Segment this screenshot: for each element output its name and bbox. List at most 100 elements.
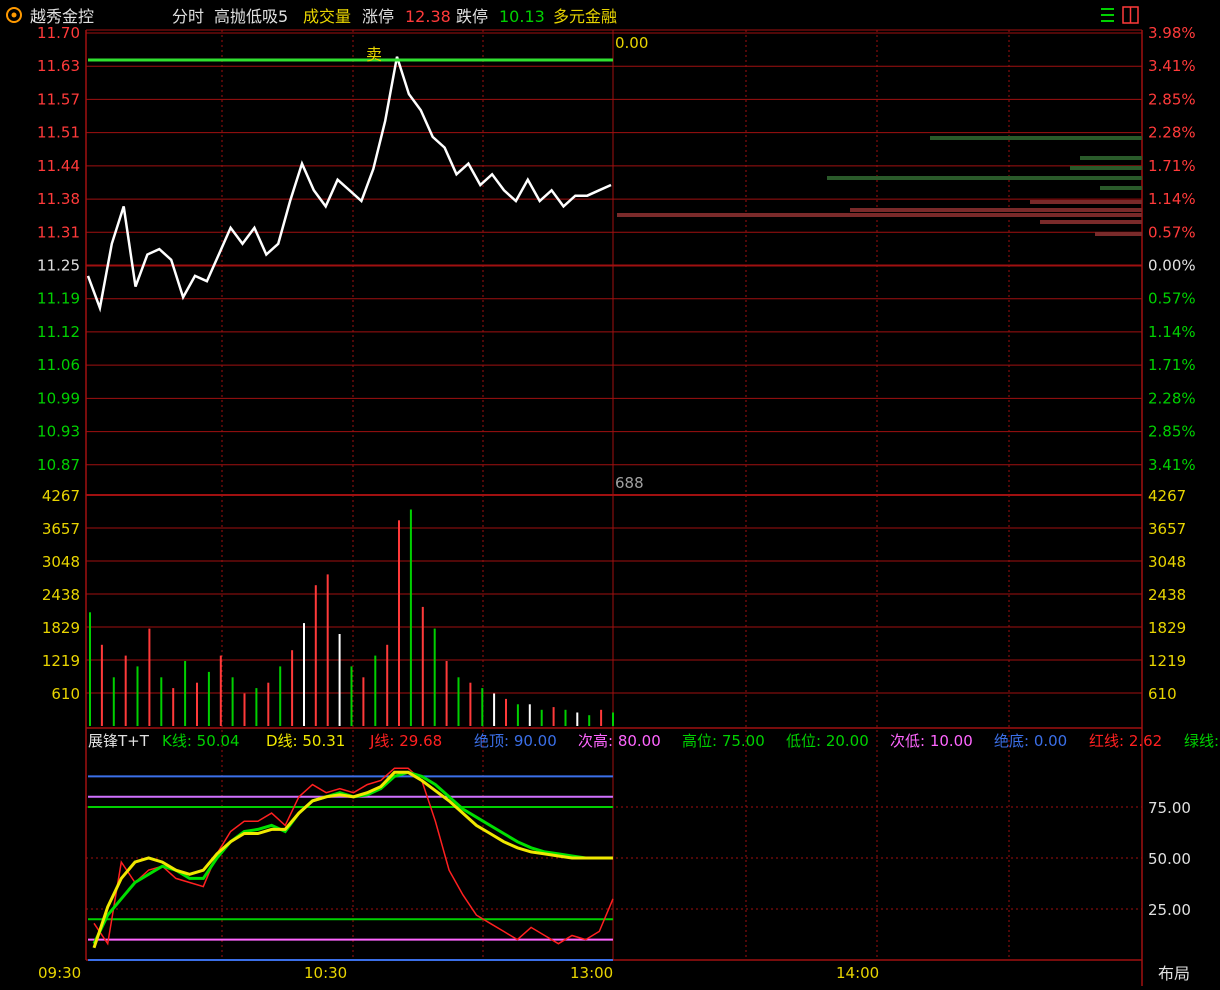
price-tick-left: 11.25 bbox=[37, 257, 80, 275]
time-tick: 10:30 bbox=[304, 964, 347, 982]
vol-tick-right: 3048 bbox=[1148, 553, 1186, 571]
volume-bar bbox=[398, 520, 400, 726]
price-tick-left: 11.63 bbox=[37, 57, 80, 75]
vol-tick-left: 3048 bbox=[42, 553, 80, 571]
pct-tick-right: 1.14% bbox=[1148, 190, 1196, 208]
pct-tick-right: 1.14% bbox=[1148, 323, 1196, 341]
legend-item: 绿线: bbox=[1184, 732, 1219, 750]
pct-tick-right: 1.71% bbox=[1148, 356, 1196, 374]
price-tick-left: 11.51 bbox=[37, 124, 80, 142]
time-tick: 14:00 bbox=[836, 964, 879, 982]
volume-bar bbox=[564, 709, 567, 726]
volume-bar bbox=[338, 634, 341, 726]
volume-bar bbox=[100, 644, 103, 726]
volume-bar bbox=[612, 712, 614, 726]
pct-tick-right: 0.57% bbox=[1148, 223, 1196, 241]
vol-tick-right: 1219 bbox=[1148, 652, 1186, 670]
vol-tick-right: 610 bbox=[1148, 685, 1177, 703]
view-mode[interactable]: 分时 bbox=[172, 7, 204, 26]
volume-bar bbox=[516, 704, 519, 726]
volume-label: 成交量 bbox=[303, 7, 351, 26]
vol-tick-left: 1829 bbox=[42, 619, 80, 637]
price-tick-left: 10.87 bbox=[37, 456, 80, 474]
price-tick-left: 11.44 bbox=[37, 157, 80, 175]
time-tick: 09:30 bbox=[38, 964, 81, 982]
volume-bar bbox=[207, 671, 210, 726]
volume-bar bbox=[588, 715, 591, 726]
volume-bar bbox=[505, 698, 507, 726]
volume-bar bbox=[600, 709, 603, 726]
volume-bar bbox=[386, 644, 389, 726]
legend-item: D线: 50.31 bbox=[266, 732, 345, 750]
limit-up-label: 涨停 bbox=[362, 7, 394, 26]
volume-bar bbox=[445, 661, 448, 726]
volume-bar bbox=[374, 655, 377, 726]
indicator-legend: K线: 50.04 D线: 50.31 J线: 29.68 绝顶: 90.00 次高: … bbox=[162, 732, 1219, 750]
chip-bar bbox=[1095, 232, 1142, 236]
time-tick: 13:00 bbox=[570, 964, 613, 982]
pct-tick-right: 0.00% bbox=[1148, 257, 1196, 275]
ind-tick-right: 50.00 bbox=[1148, 850, 1191, 868]
legend-item: 绝底: 0.00 bbox=[994, 732, 1067, 750]
volume-bar bbox=[279, 666, 282, 726]
pct-tick-right: 1.71% bbox=[1148, 157, 1196, 175]
volume-bar bbox=[184, 661, 187, 726]
chip-bar bbox=[1040, 220, 1142, 224]
layout-button[interactable]: 布局 bbox=[1158, 964, 1190, 983]
volume-bar bbox=[136, 666, 139, 726]
chart-canvas: 越秀金控 分时 高抛低吸5 成交量 涨停 12.38 跌停 10.13 多元金融… bbox=[0, 0, 1220, 986]
pct-tick-right: 2.85% bbox=[1148, 90, 1196, 108]
volume-bar bbox=[196, 682, 198, 726]
vol-tick-left: 3657 bbox=[42, 520, 80, 538]
legend-item: K线: 50.04 bbox=[162, 732, 240, 750]
vol-tick-right: 1829 bbox=[1148, 619, 1186, 637]
volume-bar bbox=[350, 666, 353, 726]
legend-item: 高位: 75.00 bbox=[682, 732, 765, 750]
vol-tick-left: 2438 bbox=[42, 586, 80, 604]
price-tick-left: 11.38 bbox=[37, 190, 80, 208]
vol-tick-right: 3657 bbox=[1148, 520, 1186, 538]
volume-bar bbox=[528, 704, 531, 726]
vol-tick-left: 610 bbox=[51, 685, 80, 703]
chip-bar bbox=[1030, 200, 1142, 204]
pct-tick-right: 3.41% bbox=[1148, 456, 1196, 474]
volume-bar bbox=[576, 712, 579, 726]
volume-bar bbox=[255, 688, 258, 726]
volume-bar bbox=[160, 677, 163, 726]
vol-tick-left: 1219 bbox=[42, 652, 80, 670]
chip-bar bbox=[1100, 186, 1142, 190]
vol-tick-right: 2438 bbox=[1148, 586, 1186, 604]
pct-tick-right: 2.85% bbox=[1148, 423, 1196, 441]
chip-bar bbox=[930, 136, 1142, 140]
legend-item: 红线: 2.62 bbox=[1089, 732, 1162, 750]
price-tick-left: 11.06 bbox=[37, 356, 80, 374]
pct-tick-right: 2.28% bbox=[1148, 124, 1196, 142]
ind-tick-right: 25.00 bbox=[1148, 901, 1191, 919]
vol-tick-left: 4267 bbox=[42, 487, 80, 505]
volume-bar bbox=[421, 606, 424, 726]
volume-bar bbox=[124, 655, 127, 726]
limit-down-label: 跌停 bbox=[456, 7, 488, 26]
price-readout: 0.00 bbox=[615, 34, 648, 52]
pct-tick-right: 2.28% bbox=[1148, 389, 1196, 407]
indicator-legend-name[interactable]: 展锋T+T bbox=[88, 732, 150, 750]
price-tick-left: 11.12 bbox=[37, 323, 80, 341]
indicator-name[interactable]: 高抛低吸5 bbox=[214, 7, 288, 26]
volume-bar bbox=[148, 628, 151, 726]
chip-bar bbox=[827, 176, 1142, 180]
sell-marker: 卖 bbox=[366, 45, 382, 64]
chip-bar bbox=[1070, 166, 1142, 170]
volume-readout: 688 bbox=[615, 474, 644, 492]
pct-tick-right: 3.98% bbox=[1148, 24, 1196, 42]
price-tick-left: 11.70 bbox=[37, 24, 80, 42]
volume-bar bbox=[314, 585, 317, 726]
chip-bar bbox=[617, 213, 1142, 217]
legend-item: J线: 29.68 bbox=[369, 732, 442, 750]
pct-tick-right: 3.41% bbox=[1148, 57, 1196, 75]
volume-bar bbox=[112, 677, 115, 726]
volume-bar bbox=[89, 612, 91, 726]
intraday-chart-window: 越秀金控 分时 高抛低吸5 成交量 涨停 12.38 跌停 10.13 多元金融… bbox=[0, 0, 1220, 986]
price-tick-left: 10.93 bbox=[37, 423, 80, 441]
volume-bar bbox=[231, 677, 234, 726]
sector-name[interactable]: 多元金融 bbox=[553, 7, 617, 26]
